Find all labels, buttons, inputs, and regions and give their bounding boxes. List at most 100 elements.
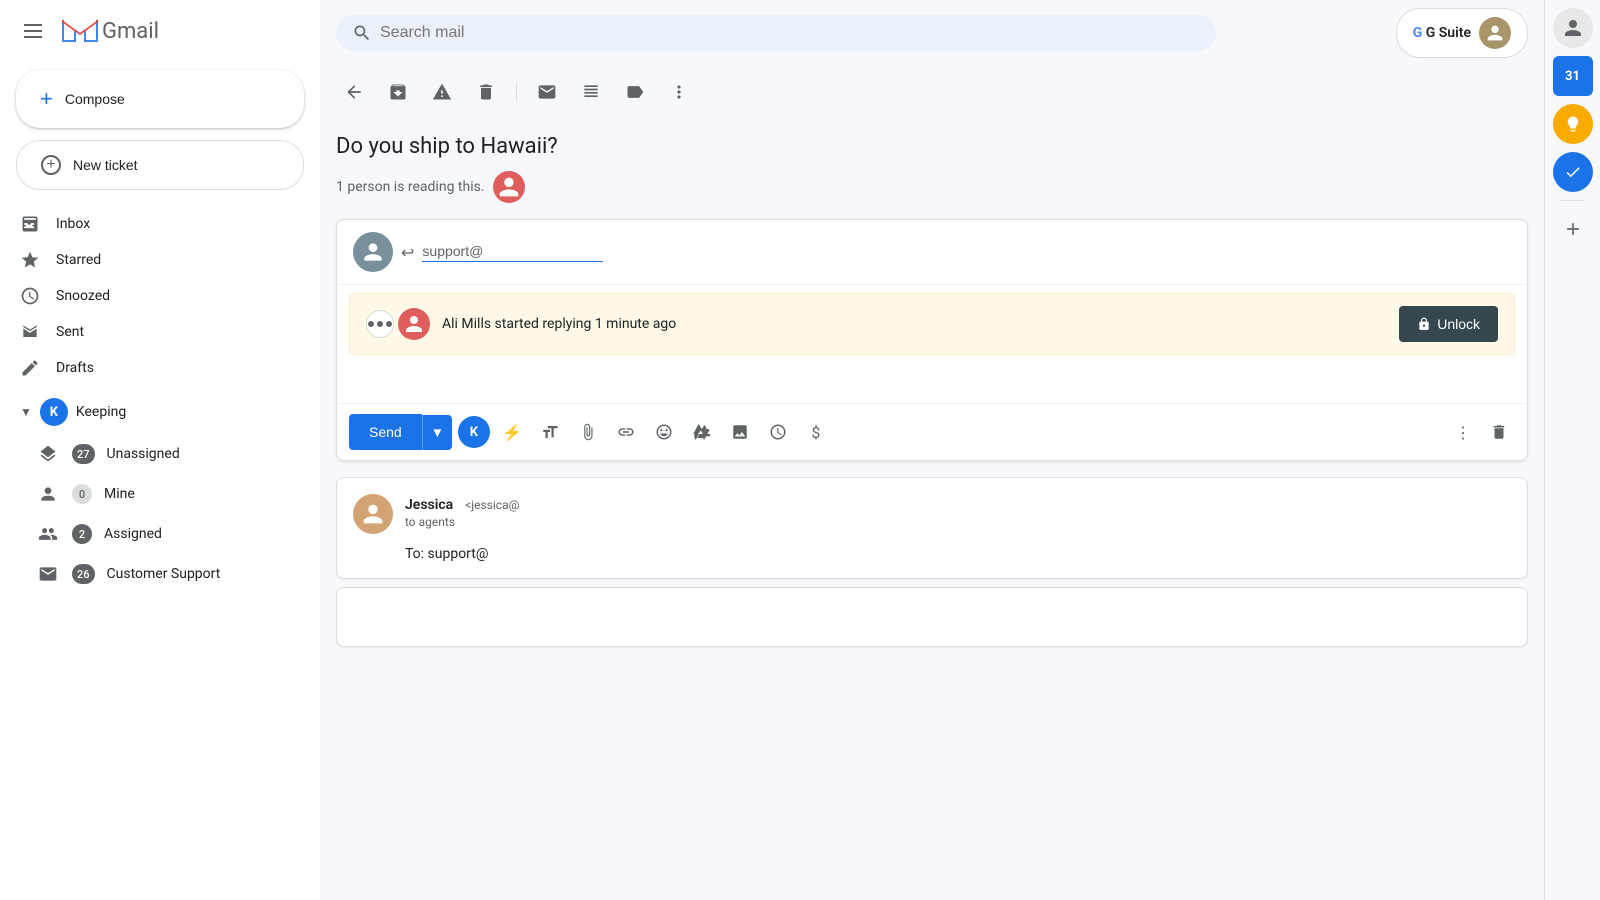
- typing-dots-container: [366, 310, 394, 338]
- label-button[interactable]: [617, 74, 653, 110]
- dot-1: [368, 321, 374, 327]
- customer-support-label: Customer Support: [107, 566, 221, 582]
- attach-button[interactable]: [572, 416, 604, 448]
- sent-label: Sent: [56, 324, 84, 340]
- reply-header: ↩: [337, 220, 1527, 285]
- typing-indicator: [366, 308, 430, 340]
- gsuite-text: G Suite: [1426, 25, 1471, 41]
- delete-button[interactable]: [468, 74, 504, 110]
- email-subject: Do you ship to Hawaii?: [336, 118, 1528, 171]
- sender-name: Jessica: [405, 497, 453, 513]
- check-right-button[interactable]: [1553, 152, 1593, 192]
- sidebar-item-unassigned[interactable]: 27 Unassigned: [0, 434, 320, 474]
- send-icon: [20, 322, 40, 342]
- discard-draft-button[interactable]: [1483, 416, 1515, 448]
- sidebar-item-drafts[interactable]: Drafts: [0, 350, 304, 386]
- drive-button[interactable]: [686, 416, 718, 448]
- gmail-logo: Gmail: [62, 18, 159, 44]
- sidebar-item-snoozed[interactable]: Snoozed: [0, 278, 304, 314]
- dollar-button[interactable]: $: [800, 416, 832, 448]
- keeping-k-right-icon[interactable]: [1553, 8, 1593, 48]
- calendar-date: 31: [1565, 69, 1580, 84]
- sidebar-item-assigned[interactable]: 2 Assigned: [0, 514, 320, 554]
- mail-icon: [36, 562, 60, 586]
- typing-banner: Ali Mills started replying 1 minute ago …: [349, 293, 1515, 355]
- sidebar-item-sent[interactable]: Sent: [0, 314, 304, 350]
- new-ticket-label: New ticket: [73, 157, 138, 173]
- customer-support-badge: 26: [72, 564, 95, 584]
- sidebar-item-customer-support[interactable]: 26 Customer Support: [0, 554, 320, 594]
- compose-plus-icon: +: [40, 86, 53, 112]
- report-button[interactable]: [424, 74, 460, 110]
- assigned-label: Assigned: [104, 526, 162, 542]
- top-bar: G G Suite: [320, 0, 1544, 66]
- emoji-button[interactable]: [648, 416, 680, 448]
- format-button[interactable]: [534, 416, 566, 448]
- reading-bar: 1 person is reading this.: [336, 171, 1528, 203]
- search-input[interactable]: [380, 24, 1200, 42]
- to-agents-text: to agents: [405, 515, 1511, 529]
- typing-text: Ali Mills started replying 1 minute ago: [442, 316, 1387, 332]
- image-button[interactable]: [724, 416, 756, 448]
- reply-toolbar: Send ▼ K ⚡: [337, 403, 1527, 460]
- sidebar: Gmail + Compose + New ticket Inbox Starr…: [0, 0, 320, 900]
- schedule-button[interactable]: [762, 416, 794, 448]
- dot-2: [377, 321, 383, 327]
- calendar-right-button[interactable]: 31: [1553, 56, 1593, 96]
- starred-label: Starred: [56, 252, 101, 268]
- people-icon: [36, 522, 60, 546]
- compose-button[interactable]: + Compose: [16, 70, 304, 128]
- sender-avatar: [353, 494, 393, 534]
- assigned-badge: 2: [72, 524, 92, 544]
- reply-to-input[interactable]: [422, 243, 603, 262]
- keeping-label: Keeping: [76, 404, 126, 420]
- sidebar-item-mine[interactable]: 0 Mine: [0, 474, 320, 514]
- gsuite-button[interactable]: G G Suite: [1396, 8, 1528, 58]
- send-button-group: Send ▼: [349, 414, 452, 450]
- to-line: To: support@: [405, 546, 1511, 562]
- sender-email: <jessica@: [465, 498, 519, 512]
- unassigned-label: Unassigned: [107, 446, 180, 462]
- search-bar[interactable]: [336, 15, 1216, 51]
- send-caret-button[interactable]: ▼: [422, 415, 452, 450]
- sidebar-item-starred[interactable]: Starred: [0, 242, 304, 278]
- keeping-k-icon: K: [40, 398, 68, 426]
- bulb-right-button[interactable]: [1553, 104, 1593, 144]
- unlock-button[interactable]: Unlock: [1399, 306, 1498, 342]
- lightning-button[interactable]: ⚡: [496, 416, 528, 448]
- bottom-card: [336, 587, 1528, 647]
- menu-icon[interactable]: [16, 16, 50, 46]
- gmail-text: Gmail: [102, 19, 159, 44]
- more-reply-options-button[interactable]: ⋮: [1447, 416, 1479, 448]
- sidebar-item-inbox[interactable]: Inbox: [0, 206, 304, 242]
- back-button[interactable]: [336, 74, 372, 110]
- send-button[interactable]: Send: [349, 414, 422, 450]
- archive-button[interactable]: [380, 74, 416, 110]
- unlock-label: Unlock: [1437, 316, 1480, 332]
- add-right-button[interactable]: [1553, 209, 1593, 249]
- reply-icon: ↩: [401, 243, 414, 262]
- typing-user-avatar: [398, 308, 430, 340]
- unassigned-badge: 27: [72, 444, 95, 464]
- gmail-logo-icon: [62, 18, 98, 44]
- mine-label: Mine: [104, 486, 135, 502]
- message-header: Jessica <jessica@ to agents: [353, 494, 1511, 534]
- mark-read-button[interactable]: [529, 74, 565, 110]
- inbox-label: Inbox: [56, 216, 90, 232]
- main-content: G G Suite: [320, 0, 1544, 900]
- new-ticket-button[interactable]: + New ticket: [16, 140, 304, 190]
- compose-area[interactable]: [337, 363, 1527, 403]
- inbox-icon: [20, 214, 40, 234]
- message-card: Jessica <jessica@ to agents To: support@: [336, 477, 1528, 579]
- user-avatar: [1479, 17, 1511, 49]
- typing-dots: [368, 321, 392, 327]
- more-options-button[interactable]: [661, 74, 697, 110]
- to-support-text: To: support@: [405, 546, 488, 562]
- keeping-header[interactable]: ▼ K Keeping: [0, 390, 320, 434]
- keeping-chevron-icon: ▼: [20, 405, 32, 419]
- move-button[interactable]: [573, 74, 609, 110]
- email-toolbar: [320, 66, 1544, 118]
- keeping-k-toolbar-button[interactable]: K: [458, 416, 490, 448]
- link-button[interactable]: [610, 416, 642, 448]
- reading-text: 1 person is reading this.: [336, 179, 485, 195]
